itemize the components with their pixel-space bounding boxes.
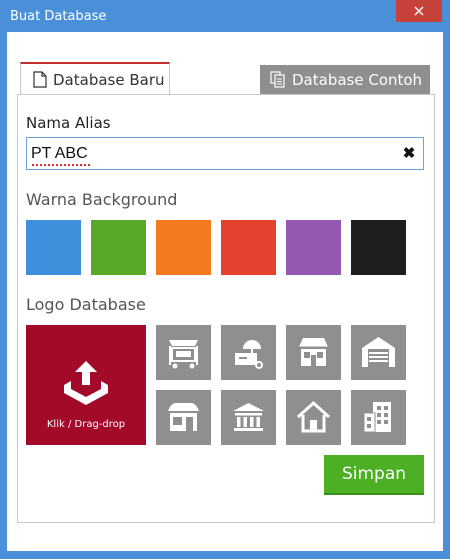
document-icon (33, 71, 47, 88)
food-cart-icon (169, 340, 198, 369)
logo-option-office-building[interactable] (351, 390, 406, 445)
logo-option-ice-cream-cart[interactable] (221, 325, 276, 380)
tab-database-contoh[interactable]: Database Contoh (260, 65, 430, 94)
logo-upload-dropzone[interactable]: Klik / Drag-drop (26, 325, 146, 445)
window-title: Buat Database (10, 9, 107, 24)
dialog-body: Database Baru Database Contoh Nama Alias… (7, 32, 443, 551)
spellcheck-underline (32, 163, 90, 166)
tab-label: Database Contoh (292, 70, 423, 89)
house-icon (296, 400, 331, 433)
save-button[interactable]: Simpan (324, 455, 424, 495)
logo-option-bank[interactable] (221, 390, 276, 445)
clear-input-button[interactable]: ✖ (401, 145, 417, 163)
logo-option-garage[interactable] (351, 325, 406, 380)
ice-cream-cart-icon (235, 340, 263, 369)
color-swatch-green[interactable] (91, 220, 146, 275)
color-swatches (26, 220, 406, 275)
close-icon (414, 6, 424, 16)
alias-field-wrapper: ✖ (26, 137, 424, 170)
color-swatch-orange[interactable] (156, 220, 211, 275)
window-close-button[interactable] (396, 0, 442, 22)
store-front-icon (299, 338, 328, 366)
alias-label: Nama Alias (26, 114, 111, 132)
logo-label: Logo Database (26, 295, 146, 314)
garage-icon (362, 337, 395, 367)
bank-icon (233, 403, 264, 431)
logo-option-shop[interactable] (156, 390, 211, 445)
logo-option-house[interactable] (286, 390, 341, 445)
tab-label: Database Baru (53, 70, 165, 89)
color-swatch-black[interactable] (351, 220, 406, 275)
dialog-window: Buat Database Database Baru Database Con… (0, 0, 450, 559)
copy-documents-icon (270, 71, 285, 88)
upload-tray-icon (64, 361, 108, 405)
title-bar: Buat Database (0, 0, 450, 32)
background-color-label: Warna Background (26, 190, 178, 209)
upload-label: Klik / Drag-drop (46, 419, 126, 430)
shop-icon (168, 403, 199, 431)
logo-option-store-front[interactable] (286, 325, 341, 380)
office-building-icon (363, 402, 391, 433)
tab-database-baru[interactable]: Database Baru (20, 62, 170, 95)
color-swatch-red[interactable] (221, 220, 276, 275)
color-swatch-purple[interactable] (286, 220, 341, 275)
logo-option-food-cart[interactable] (156, 325, 211, 380)
color-swatch-blue[interactable] (26, 220, 81, 275)
